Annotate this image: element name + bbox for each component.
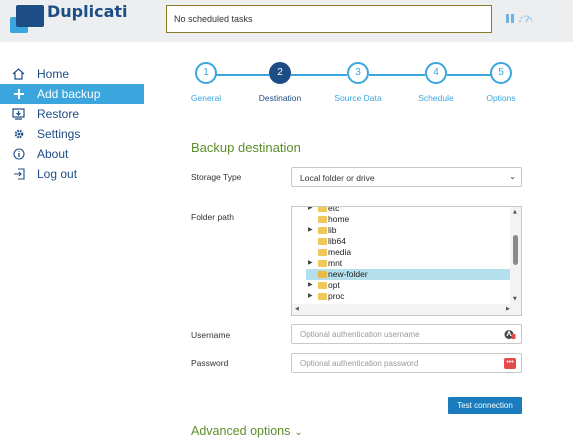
folder-icon (318, 238, 327, 245)
folder-tree-row[interactable]: home (292, 214, 511, 225)
status-text: No scheduled tasks (174, 14, 253, 24)
app-name: Duplicati (47, 2, 128, 21)
info-icon (0, 148, 37, 160)
folder-tree-row[interactable]: ▶ etc (292, 206, 511, 214)
password-dots-icon[interactable]: ••• (504, 358, 516, 369)
step-3-circle[interactable]: 3 (347, 62, 369, 84)
nav-label-logout: Log out (37, 167, 78, 181)
folder-icon (318, 282, 327, 289)
pause-icon[interactable] (506, 14, 515, 24)
nav-label-about: About (37, 147, 69, 161)
step-5-circle[interactable]: 5 (490, 62, 512, 84)
gear-icon (0, 128, 37, 140)
step-5-label[interactable]: Options (471, 93, 531, 103)
nav-item-about[interactable]: About (0, 144, 144, 164)
logout-icon (0, 168, 37, 180)
expand-arrow-icon[interactable]: ▶ (308, 226, 313, 233)
plus-icon (0, 88, 37, 100)
scroll-left-arrow[interactable]: ◀ (295, 306, 299, 312)
nav-label-add-backup: Add backup (37, 87, 101, 101)
password-input[interactable]: Optional authentication password ••• (291, 353, 522, 373)
section-title: Backup destination (191, 140, 301, 155)
step-2-label[interactable]: Destination (250, 93, 310, 103)
folder-name: home (328, 214, 350, 224)
advanced-options-toggle[interactable]: Advanced options ⌄ (191, 424, 303, 438)
nav-item-settings[interactable]: Settings (0, 124, 144, 144)
wizard-stepper: 1 2 3 4 5 General Destination Source Dat… (185, 62, 530, 107)
status-box[interactable]: No scheduled tasks (166, 5, 492, 33)
storage-type-value: Local folder or drive (300, 173, 375, 183)
nav-label-settings: Settings (37, 127, 81, 141)
scroll-right-arrow[interactable]: ▶ (506, 306, 510, 312)
home-icon (0, 68, 37, 80)
expand-arrow-icon[interactable]: ▶ (308, 292, 313, 299)
sidebar-nav: Home Add backup Restore Settings About L… (0, 64, 150, 184)
folder-icon (318, 293, 327, 300)
folder-name: mnt (328, 258, 343, 268)
nav-label-restore: Restore (37, 107, 80, 121)
step-1-circle[interactable]: 1 (195, 62, 217, 84)
nav-item-add-backup[interactable]: Add backup (0, 84, 144, 104)
folder-tree-row[interactable]: ▶ proc (292, 291, 511, 302)
folder-tree-row[interactable]: new-folder (306, 269, 511, 280)
username-label: Username (191, 330, 231, 340)
storage-type-select[interactable]: Local folder or drive ⌄ (291, 167, 522, 187)
password-label: Password (191, 358, 229, 368)
folder-tree-row[interactable]: ▶ lib (292, 225, 511, 236)
chevron-down-icon: ⌄ (294, 427, 303, 438)
expand-arrow-icon[interactable]: ▶ (308, 207, 313, 211)
folder-icon (318, 207, 327, 212)
step-2-circle[interactable]: 2 (269, 62, 291, 84)
restore-icon (0, 108, 37, 120)
expand-arrow-icon[interactable]: ▶ (308, 259, 313, 266)
step-connector (369, 74, 425, 76)
chevron-down-icon: ⌄ (509, 172, 516, 181)
folder-name: opt (328, 280, 340, 290)
step-1-label[interactable]: General (176, 93, 236, 103)
horizontal-scrollbar[interactable]: ◀ ▶ (292, 304, 521, 315)
username-placeholder: Optional authentication username (300, 330, 420, 339)
duplicati-logo[interactable] (10, 5, 44, 35)
folder-tree-row[interactable]: ▶ opt (292, 280, 511, 291)
folder-tree-row[interactable]: media (292, 247, 511, 258)
folder-name: new-folder (328, 269, 368, 279)
nav-item-restore[interactable]: Restore (0, 104, 144, 124)
step-4-label[interactable]: Schedule (406, 93, 466, 103)
step-connector (291, 74, 347, 76)
folder-name: media (328, 247, 352, 257)
folder-name: lib64 (328, 236, 346, 246)
folder-tree-row[interactable]: lib64 (292, 236, 511, 247)
vertical-scrollbar[interactable]: ▲ ▼ (510, 207, 521, 304)
scroll-thumb[interactable] (513, 235, 518, 265)
nav-label-home: Home (37, 67, 70, 81)
folder-tree-row[interactable]: ▶ mnt (292, 258, 511, 269)
folder-icon (318, 260, 327, 267)
advanced-options-label: Advanced options (191, 424, 291, 438)
folder-icon (318, 216, 327, 223)
throttle-icon[interactable] (518, 12, 534, 24)
folder-name: etc (328, 206, 340, 213)
password-manager-icon[interactable] (504, 329, 516, 340)
nav-item-logout[interactable]: Log out (0, 164, 144, 184)
expand-arrow-icon[interactable]: ▶ (308, 281, 313, 288)
scroll-up-arrow[interactable]: ▲ (513, 209, 517, 215)
password-placeholder: Optional authentication password (300, 359, 419, 368)
scroll-down-arrow[interactable]: ▼ (513, 296, 517, 302)
step-3-label[interactable]: Source Data (328, 93, 388, 103)
folder-icon (318, 227, 327, 234)
step-4-circle[interactable]: 4 (425, 62, 447, 84)
top-bar: Duplicati No scheduled tasks (0, 0, 573, 42)
folder-icon (318, 271, 327, 278)
folder-icon (318, 249, 327, 256)
folder-name: lib (328, 225, 337, 235)
storage-type-label: Storage Type (191, 172, 242, 182)
test-connection-button[interactable]: Test connection (448, 397, 522, 414)
username-input[interactable]: Optional authentication username (291, 324, 522, 344)
folder-tree[interactable]: ▶ etc home ▶ lib lib64 media ▶ mnt new-folder ▶ opt… (291, 206, 522, 316)
folder-path-label: Folder path (191, 212, 234, 222)
folder-name: proc (328, 291, 345, 301)
nav-item-home[interactable]: Home (0, 64, 144, 84)
folder-tree-list: ▶ etc home ▶ lib lib64 media ▶ mnt new-folder ▶ opt… (292, 206, 511, 313)
